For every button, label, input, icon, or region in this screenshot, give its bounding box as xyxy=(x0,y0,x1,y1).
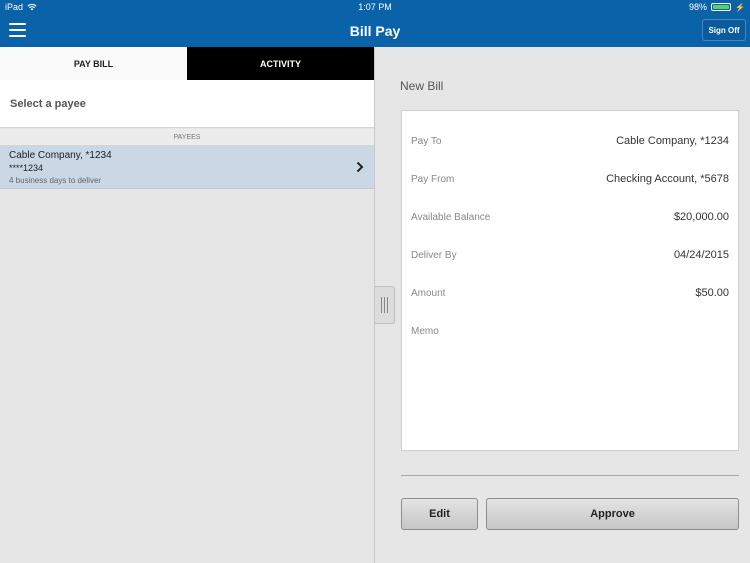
page-title: Bill Pay xyxy=(349,23,401,39)
left-pane: PAY BILL ACTIVITY Select a payee PAYEES … xyxy=(0,47,375,563)
payee-row[interactable]: Cable Company, *1234 ****1234 4 business… xyxy=(0,146,374,189)
status-right: 98% ⚡ xyxy=(689,2,745,12)
row-label: Memo xyxy=(411,325,439,337)
tab-bar: PAY BILL ACTIVITY xyxy=(0,47,374,80)
edit-button[interactable]: Edit xyxy=(401,498,478,530)
sign-off-button[interactable]: Sign Off xyxy=(702,19,746,41)
row-label: Pay From xyxy=(411,173,455,185)
row-deliver-by[interactable]: Deliver By 04/24/2015 xyxy=(402,236,738,274)
row-label: Amount xyxy=(411,287,446,299)
payee-name: Cable Company, *1234 xyxy=(9,150,112,161)
tab-activity[interactable]: ACTIVITY xyxy=(187,47,374,80)
row-pay-to[interactable]: Pay To Cable Company, *1234 xyxy=(402,122,738,160)
status-time: 1:07 PM xyxy=(358,2,392,12)
approve-button[interactable]: Approve xyxy=(486,498,739,530)
status-bar: iPad 1:07 PM 98% ⚡ xyxy=(0,0,750,15)
nav-bar: Bill Pay Sign Off xyxy=(0,15,750,47)
select-payee[interactable]: Select a payee xyxy=(0,80,374,128)
row-value: 04/24/2015 xyxy=(673,249,729,261)
battery-fill xyxy=(713,5,729,9)
row-label: Available Balance xyxy=(411,211,491,223)
divider xyxy=(401,475,739,476)
right-pane: New Bill Pay To Cable Company, *1234 Pay… xyxy=(376,47,750,563)
payees-section-header: PAYEES xyxy=(0,129,374,146)
charging-bolt-icon: ⚡ xyxy=(735,2,745,12)
row-amount[interactable]: Amount $50.00 xyxy=(402,274,738,312)
row-value: Checking Account, *5678 xyxy=(606,173,729,185)
row-label: Pay To xyxy=(411,135,442,147)
chevron-right-icon xyxy=(356,161,364,173)
row-value: $50.00 xyxy=(695,287,729,299)
battery-percent: 98% xyxy=(689,2,708,12)
new-bill-title: New Bill xyxy=(400,79,444,93)
row-pay-from[interactable]: Pay From Checking Account, *5678 xyxy=(402,160,738,198)
row-value: $20,000.00 xyxy=(673,211,729,223)
row-available-balance: Available Balance $20,000.00 xyxy=(402,198,738,236)
battery-icon xyxy=(711,3,732,11)
bill-details-card: Pay To Cable Company, *1234 Pay From Che… xyxy=(401,110,739,451)
tab-pay-bill[interactable]: PAY BILL xyxy=(0,47,187,80)
row-label: Deliver By xyxy=(411,249,457,261)
row-memo[interactable]: Memo xyxy=(402,312,738,350)
row-value: Cable Company, *1234 xyxy=(616,135,729,147)
payee-account: ****1234 xyxy=(9,163,44,173)
payee-delivery: 4 business days to deliver xyxy=(9,176,102,185)
